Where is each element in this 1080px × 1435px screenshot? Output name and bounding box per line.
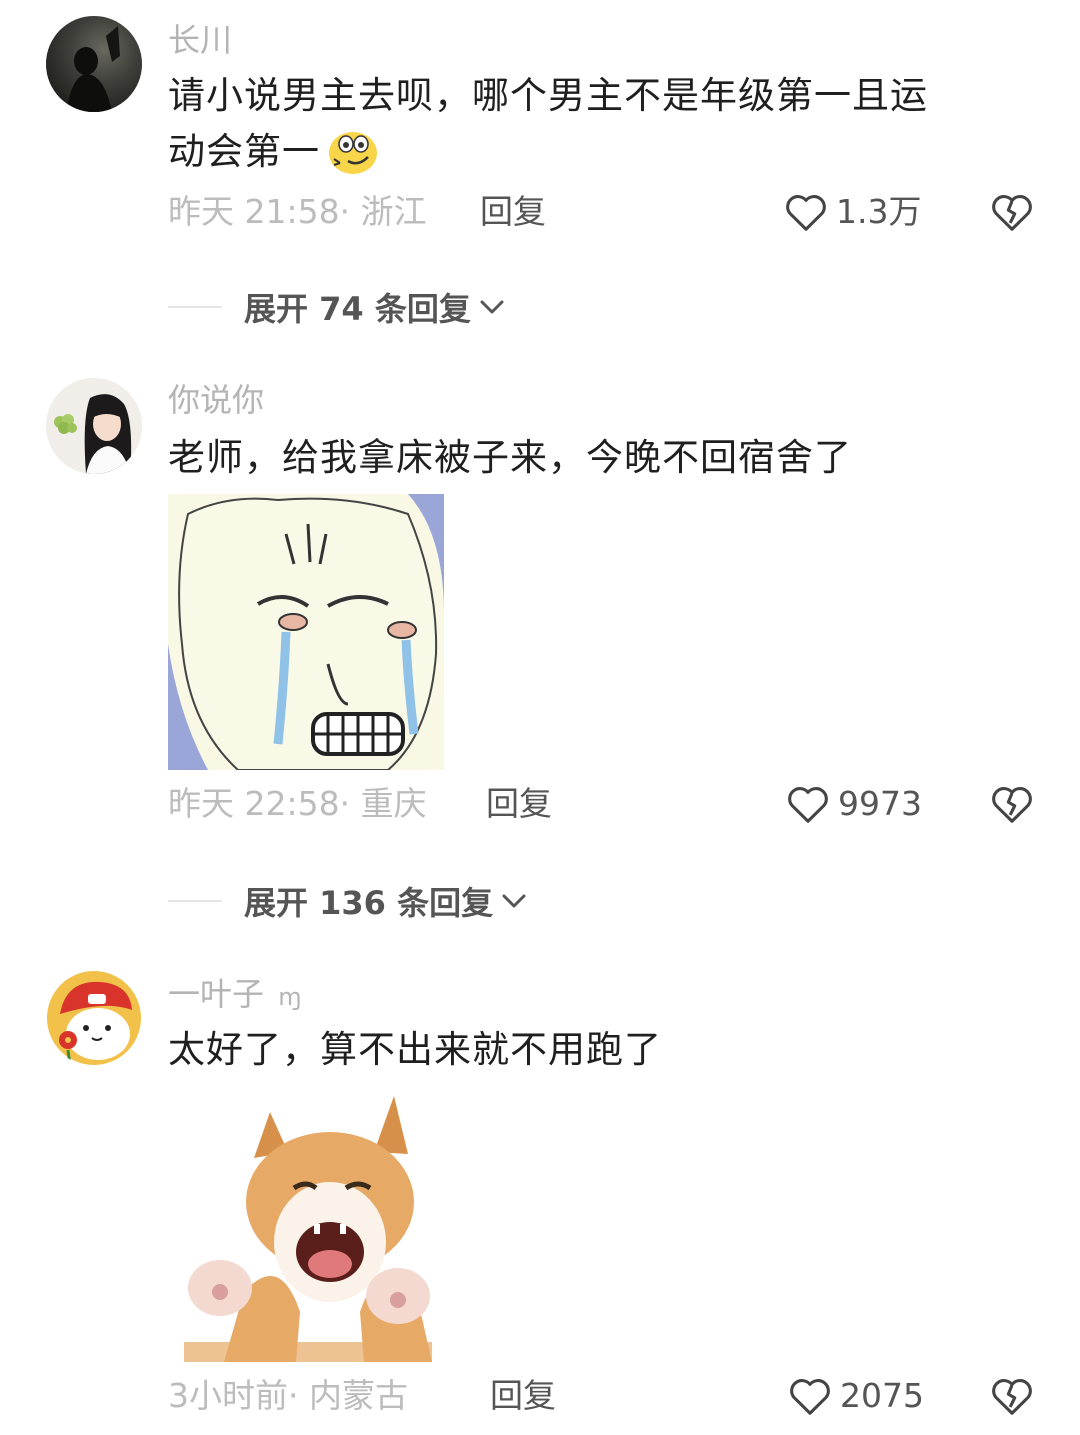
username-suffix: ɱ: [278, 983, 302, 1011]
heart-outline-icon: [788, 787, 828, 823]
timestamp: 昨天 21:58: [168, 192, 340, 231]
location: 重庆: [360, 784, 427, 823]
location: 浙江: [360, 192, 427, 231]
heart-outline-icon: [786, 195, 826, 231]
divider: [168, 900, 222, 902]
meta-separator: ·: [339, 192, 351, 231]
laughing-cat-sticker[interactable]: [184, 1092, 432, 1362]
like-count: 2075: [840, 1376, 924, 1415]
avatar-silhouette: [46, 16, 142, 112]
expand-replies-button[interactable]: 展开 74 条回复: [168, 284, 507, 330]
comment-text-line: 请小说男主去呗，哪个男主不是年级第一且运: [168, 74, 928, 117]
comment-meta: 昨天 22:58· 重庆: [168, 784, 427, 824]
dislike-button[interactable]: [990, 192, 1034, 236]
username[interactable]: 一叶子 ɱ: [168, 974, 302, 1017]
divider: [168, 306, 222, 308]
reply-button[interactable]: 回复: [480, 192, 546, 232]
meta-separator: ·: [339, 784, 351, 823]
comment-text: 请小说男主去呗，哪个男主不是年级第一且运 动会第一: [168, 68, 928, 180]
timestamp: 3小时前: [168, 1376, 288, 1415]
like-button[interactable]: 9973: [786, 784, 922, 824]
laughing-cat-illustration: [184, 1092, 432, 1362]
timestamp: 昨天 22:58: [168, 784, 340, 823]
like-button[interactable]: 1.3万: [784, 192, 921, 232]
expand-replies-button[interactable]: 展开 136 条回复: [168, 878, 529, 924]
heart-outline-icon: [790, 1379, 830, 1415]
reply-button[interactable]: 回复: [490, 1376, 556, 1416]
avatar[interactable]: [46, 970, 142, 1066]
meta-separator: ·: [288, 1376, 299, 1415]
comment-text-line: 动会第一: [168, 124, 928, 180]
comment-text: 太好了，算不出来就不用跑了: [168, 1028, 662, 1071]
chevron-down-icon: [502, 894, 526, 908]
dislike-button[interactable]: [990, 784, 1034, 828]
username[interactable]: 长川: [168, 20, 232, 60]
dizzy-face-emoji-icon: [329, 132, 377, 174]
crying-face-illustration: [168, 494, 444, 770]
expand-replies-label: 展开 136 条回复: [244, 884, 494, 922]
broken-heart-icon: [992, 787, 1032, 823]
dislike-button[interactable]: [990, 1376, 1034, 1420]
broken-heart-icon: [992, 195, 1032, 231]
username-text: 一叶子: [168, 975, 265, 1013]
comment-text-line-end: 动会第一: [168, 130, 320, 173]
username[interactable]: 你说你: [168, 380, 264, 420]
avatar[interactable]: [46, 378, 142, 474]
avatar[interactable]: [46, 16, 142, 112]
comment-meta: 昨天 21:58· 浙江: [168, 192, 427, 232]
expand-replies-label: 展开 74 条回复: [244, 290, 471, 328]
reply-button[interactable]: 回复: [486, 784, 552, 824]
comment-text: 老师，给我拿床被子来，今晚不回宿舍了: [168, 436, 852, 479]
comment-meta: 3小时前· 内蒙古: [168, 1376, 408, 1416]
crying-face-sticker[interactable]: [168, 494, 444, 770]
avatar-cartoon-dog: [47, 971, 141, 1066]
avatar-portrait: [46, 378, 142, 474]
broken-heart-icon: [992, 1379, 1032, 1415]
like-button[interactable]: 2075: [788, 1376, 924, 1416]
like-count: 9973: [838, 784, 922, 823]
location: 内蒙古: [309, 1376, 408, 1415]
chevron-down-icon: [480, 300, 504, 314]
like-count: 1.3万: [836, 192, 922, 231]
